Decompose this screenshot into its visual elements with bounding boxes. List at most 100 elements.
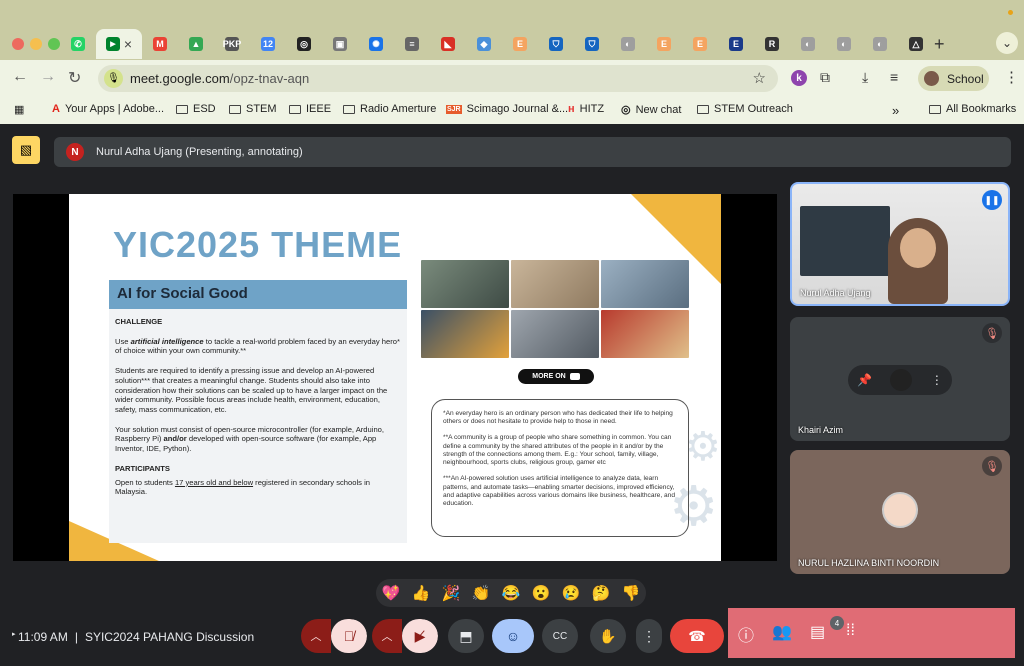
browser-tab[interactable]: E bbox=[682, 31, 718, 57]
address-bar[interactable]: 🎙 meet.google.com/opz-tnav-aqn ☆ bbox=[98, 65, 778, 92]
browser-tab[interactable]: ◐ bbox=[610, 31, 646, 57]
bookmark-esd[interactable]: ESD bbox=[176, 103, 216, 115]
forward-button[interactable]: → bbox=[40, 68, 56, 86]
browser-tab[interactable]: ◐ bbox=[826, 31, 862, 57]
bookmark-hitz[interactable]: ʜ HITZ bbox=[568, 103, 604, 115]
reaction-thumbs-down[interactable]: 👎 bbox=[622, 584, 641, 602]
video-settings-chevron-icon[interactable]: ︿ bbox=[372, 619, 402, 653]
shield-icon: ⛉ bbox=[549, 37, 563, 51]
r-icon: R bbox=[765, 37, 779, 51]
more-options-icon[interactable]: ⋮ bbox=[931, 373, 943, 387]
reaction-clap[interactable]: 👏 bbox=[472, 584, 491, 602]
activities-icon[interactable]: ⁞⁞ bbox=[846, 622, 855, 640]
browser-tab[interactable]: ▣ bbox=[322, 31, 358, 57]
browser-menu-icon[interactable]: ⋮ bbox=[1004, 68, 1019, 86]
close-window-button[interactable] bbox=[12, 38, 24, 50]
browser-tab[interactable]: ◎ bbox=[286, 31, 322, 57]
browser-tab[interactable]: △ bbox=[898, 31, 934, 57]
browser-tab[interactable]: M bbox=[142, 31, 178, 57]
bookmark-scimago[interactable]: SJR Scimago Journal &... bbox=[446, 103, 568, 115]
gmail-icon: M bbox=[153, 37, 167, 51]
chatgpt-icon: ◎ bbox=[297, 37, 311, 51]
browser-tab[interactable]: ◐ bbox=[862, 31, 898, 57]
browser-tab[interactable]: ✆ bbox=[60, 31, 96, 57]
photo-icon: ▣ bbox=[333, 37, 347, 51]
reaction-thinking[interactable]: 🤔 bbox=[592, 584, 611, 602]
blue-icon: ◆ bbox=[477, 37, 491, 51]
audio-settings-chevron-icon[interactable]: ︿ bbox=[301, 619, 331, 653]
browser-tab[interactable]: ✺ bbox=[358, 31, 394, 57]
pin-icon[interactable]: 📌 bbox=[857, 373, 872, 387]
camera-control[interactable]: ︿ ▶̸ bbox=[372, 619, 438, 653]
browser-tab[interactable]: ◆ bbox=[466, 31, 502, 57]
reaction-party[interactable]: 🎉 bbox=[442, 584, 461, 602]
chat-icon[interactable]: ▤ bbox=[810, 622, 825, 642]
stop-presenting-icon[interactable]: ▧ bbox=[12, 136, 40, 164]
bookmark-label: New chat bbox=[635, 103, 682, 116]
mic-off-icon[interactable]: 🎙̸ bbox=[331, 619, 367, 653]
tab-search-button[interactable]: ⌄ bbox=[996, 32, 1018, 54]
maximize-window-button[interactable] bbox=[48, 38, 60, 50]
participant-tile[interactable]: 🎙 📌 ⋮ Khairi Azim bbox=[790, 317, 1010, 441]
browser-tab[interactable]: ≡ bbox=[394, 31, 430, 57]
extensions-puzzle-icon[interactable]: ⧉ bbox=[820, 69, 830, 86]
browser-tab[interactable]: E bbox=[718, 31, 754, 57]
profile-button[interactable]: School bbox=[918, 66, 989, 91]
browser-tab[interactable]: PKP bbox=[214, 31, 250, 57]
leave-call-icon[interactable]: ☎ bbox=[670, 619, 724, 653]
bookmark-stem-outreach[interactable]: STEM Outreach bbox=[697, 103, 793, 115]
bookmark-radio[interactable]: Radio Amerture bbox=[343, 103, 436, 115]
browser-tab[interactable]: ▶ × bbox=[96, 29, 142, 59]
download-icon[interactable]: ⤓ bbox=[862, 69, 868, 86]
browser-tab[interactable]: E bbox=[502, 31, 538, 57]
browser-tab[interactable]: ◐ bbox=[790, 31, 826, 57]
minimize-window-button[interactable] bbox=[30, 38, 42, 50]
raise-hand-icon[interactable]: ✋ bbox=[590, 619, 626, 653]
bookmark-star-icon[interactable]: ☆ bbox=[753, 69, 766, 87]
mic-muted-icon: 🎙 bbox=[982, 323, 1002, 343]
browser-tab[interactable]: E bbox=[646, 31, 682, 57]
microphone-control[interactable]: ︿ 🎙̸ bbox=[301, 619, 367, 653]
people-icon[interactable]: 👥 4 bbox=[772, 616, 844, 642]
browser-tab[interactable]: ⛉ bbox=[538, 31, 574, 57]
meeting-details-icon[interactable]: ⓘ bbox=[738, 622, 754, 646]
browser-tab[interactable]: R bbox=[754, 31, 790, 57]
back-button[interactable]: ← bbox=[12, 68, 28, 86]
reaction-thumbs-up[interactable]: 👍 bbox=[412, 584, 431, 602]
bookmark-new-chat[interactable]: ◎ New chat bbox=[621, 103, 682, 117]
browser-tab[interactable]: ⛉ bbox=[574, 31, 610, 57]
present-screen-icon[interactable]: ⬒ bbox=[448, 619, 484, 653]
avatar bbox=[882, 492, 918, 528]
more-options-icon[interactable]: ⋮ bbox=[636, 619, 662, 653]
captions-icon[interactable]: CC bbox=[542, 619, 578, 653]
close-tab-icon[interactable]: × bbox=[124, 36, 132, 52]
reaction-laugh[interactable]: 😂 bbox=[502, 584, 521, 602]
reaction-heart[interactable]: 💖 bbox=[382, 584, 401, 602]
emoji-reactions-icon[interactable]: ☺ bbox=[492, 619, 534, 653]
media-controls-icon[interactable]: ≡ bbox=[890, 69, 898, 85]
drive-dark-icon: △ bbox=[909, 37, 923, 51]
browser-tab[interactable]: 12 bbox=[250, 31, 286, 57]
reaction-sad[interactable]: 😢 bbox=[562, 584, 581, 602]
extension-k-icon[interactable]: k bbox=[791, 70, 807, 86]
bookmark-stem[interactable]: STEM bbox=[229, 103, 277, 115]
all-bookmarks[interactable]: All Bookmarks bbox=[929, 103, 1016, 115]
folder-icon bbox=[289, 104, 301, 114]
participant-tile[interactable]: ❚❚ Nurul Adha Ujang bbox=[790, 182, 1010, 306]
bookmark-label: STEM Outreach bbox=[714, 103, 793, 115]
apps-grid-icon[interactable]: ▦ bbox=[14, 103, 24, 116]
camera-off-icon[interactable]: ▶̸ bbox=[402, 619, 438, 653]
participant-tile[interactable]: 🎙 NURUL HAZLINA BINTI NOORDIN bbox=[790, 450, 1010, 574]
text: Use bbox=[115, 336, 131, 346]
expand-arrow-icon[interactable]: ▸ bbox=[12, 630, 16, 638]
browser-tab[interactable]: ▲ bbox=[178, 31, 214, 57]
browser-tab[interactable]: ◣ bbox=[430, 31, 466, 57]
new-tab-button[interactable]: + bbox=[934, 34, 945, 55]
more-bookmarks-chevron-icon[interactable]: » bbox=[892, 103, 899, 118]
reaction-surprised[interactable]: 😮 bbox=[532, 584, 551, 602]
mic-in-use-icon[interactable]: 🎙 bbox=[104, 69, 123, 88]
drive-icon: ▲ bbox=[189, 37, 203, 51]
bookmark-adobe[interactable]: A Your Apps | Adobe... bbox=[52, 103, 164, 115]
reload-button[interactable]: ↻ bbox=[68, 68, 81, 88]
bookmark-ieee[interactable]: IEEE bbox=[289, 103, 331, 115]
